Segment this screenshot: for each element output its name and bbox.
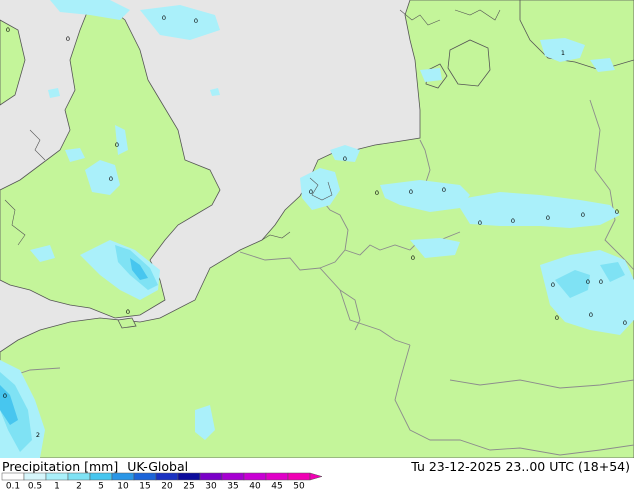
legend-swatch <box>45 472 69 481</box>
legend-swatch <box>221 472 245 481</box>
station-value-marker: 0 <box>409 188 413 196</box>
legend-swatch <box>265 472 289 481</box>
station-value-marker: 0 <box>511 217 515 225</box>
station-value-marker: 0 <box>109 175 113 183</box>
precipitation-legend: 0.1 0.5 1 2 5 10 15 20 25 30 35 40 45 50 <box>1 472 323 490</box>
legend-swatch <box>243 472 267 481</box>
legend-label: 25 <box>183 482 194 490</box>
precipitation-map: 0 0 0 0 0 0 0 0 0 0 0 0 0 0 0 0 0 0 0 0 0 0 1 0 2 0 0 <box>0 0 634 458</box>
legend-label: 1 <box>54 482 60 490</box>
legend-swatch <box>1 472 25 481</box>
station-value-marker: 0 <box>162 14 166 22</box>
legend-swatch <box>111 472 135 481</box>
station-value-marker: 0 <box>411 254 415 262</box>
legend-label: 20 <box>161 482 173 490</box>
station-value-marker: 0 <box>623 319 627 327</box>
legend-overflow-arrow <box>309 472 323 481</box>
station-value-marker: 0 <box>551 281 555 289</box>
station-value-marker: 0 <box>546 214 550 222</box>
station-value-marker: 0 <box>309 188 313 196</box>
legend-label: 15 <box>139 482 150 490</box>
station-value-marker: 0 <box>478 219 482 227</box>
legend-label: 10 <box>117 482 129 490</box>
legend-swatch <box>155 472 179 481</box>
station-value-marker: 0 <box>3 392 7 400</box>
station-value-marker: 0 <box>6 26 10 34</box>
station-value-marker: 0 <box>589 311 593 319</box>
legend-swatch <box>199 472 223 481</box>
legend-swatch <box>133 472 157 481</box>
station-value-marker: 0 <box>586 278 590 286</box>
legend-label: 45 <box>271 482 282 490</box>
legend-label: 35 <box>227 482 238 490</box>
legend-swatch <box>23 472 47 481</box>
legend-swatch <box>287 472 311 481</box>
station-value-marker: 0 <box>615 208 619 216</box>
legend-label: 5 <box>98 482 104 490</box>
station-value-marker: 0 <box>194 17 198 25</box>
station-value-marker: 0 <box>343 155 347 163</box>
station-value-marker: 0 <box>442 186 446 194</box>
station-value-marker: 0 <box>115 141 119 149</box>
station-value-marker: 1 <box>561 49 565 57</box>
station-value-marker: 0 <box>126 308 130 316</box>
legend-swatch <box>89 472 113 481</box>
station-value-marker: 0 <box>375 189 379 197</box>
legend-label: 30 <box>205 482 217 490</box>
forecast-datetime: Tu 23-12-2025 23..00 UTC (18+54) <box>411 459 630 474</box>
legend-swatch <box>67 472 91 481</box>
legend-label: 40 <box>249 482 261 490</box>
station-value-marker: 0 <box>66 35 70 43</box>
legend-label: 50 <box>293 482 305 490</box>
station-value-marker: 0 <box>599 278 603 286</box>
station-value-marker: 0 <box>581 211 585 219</box>
legend-label: 2 <box>76 482 82 490</box>
station-value-marker: 2 <box>36 431 40 439</box>
station-value-marker: 0 <box>555 314 559 322</box>
legend-swatch <box>177 472 201 481</box>
legend-label: 0.5 <box>28 482 42 490</box>
legend-label: 0.1 <box>6 482 20 490</box>
